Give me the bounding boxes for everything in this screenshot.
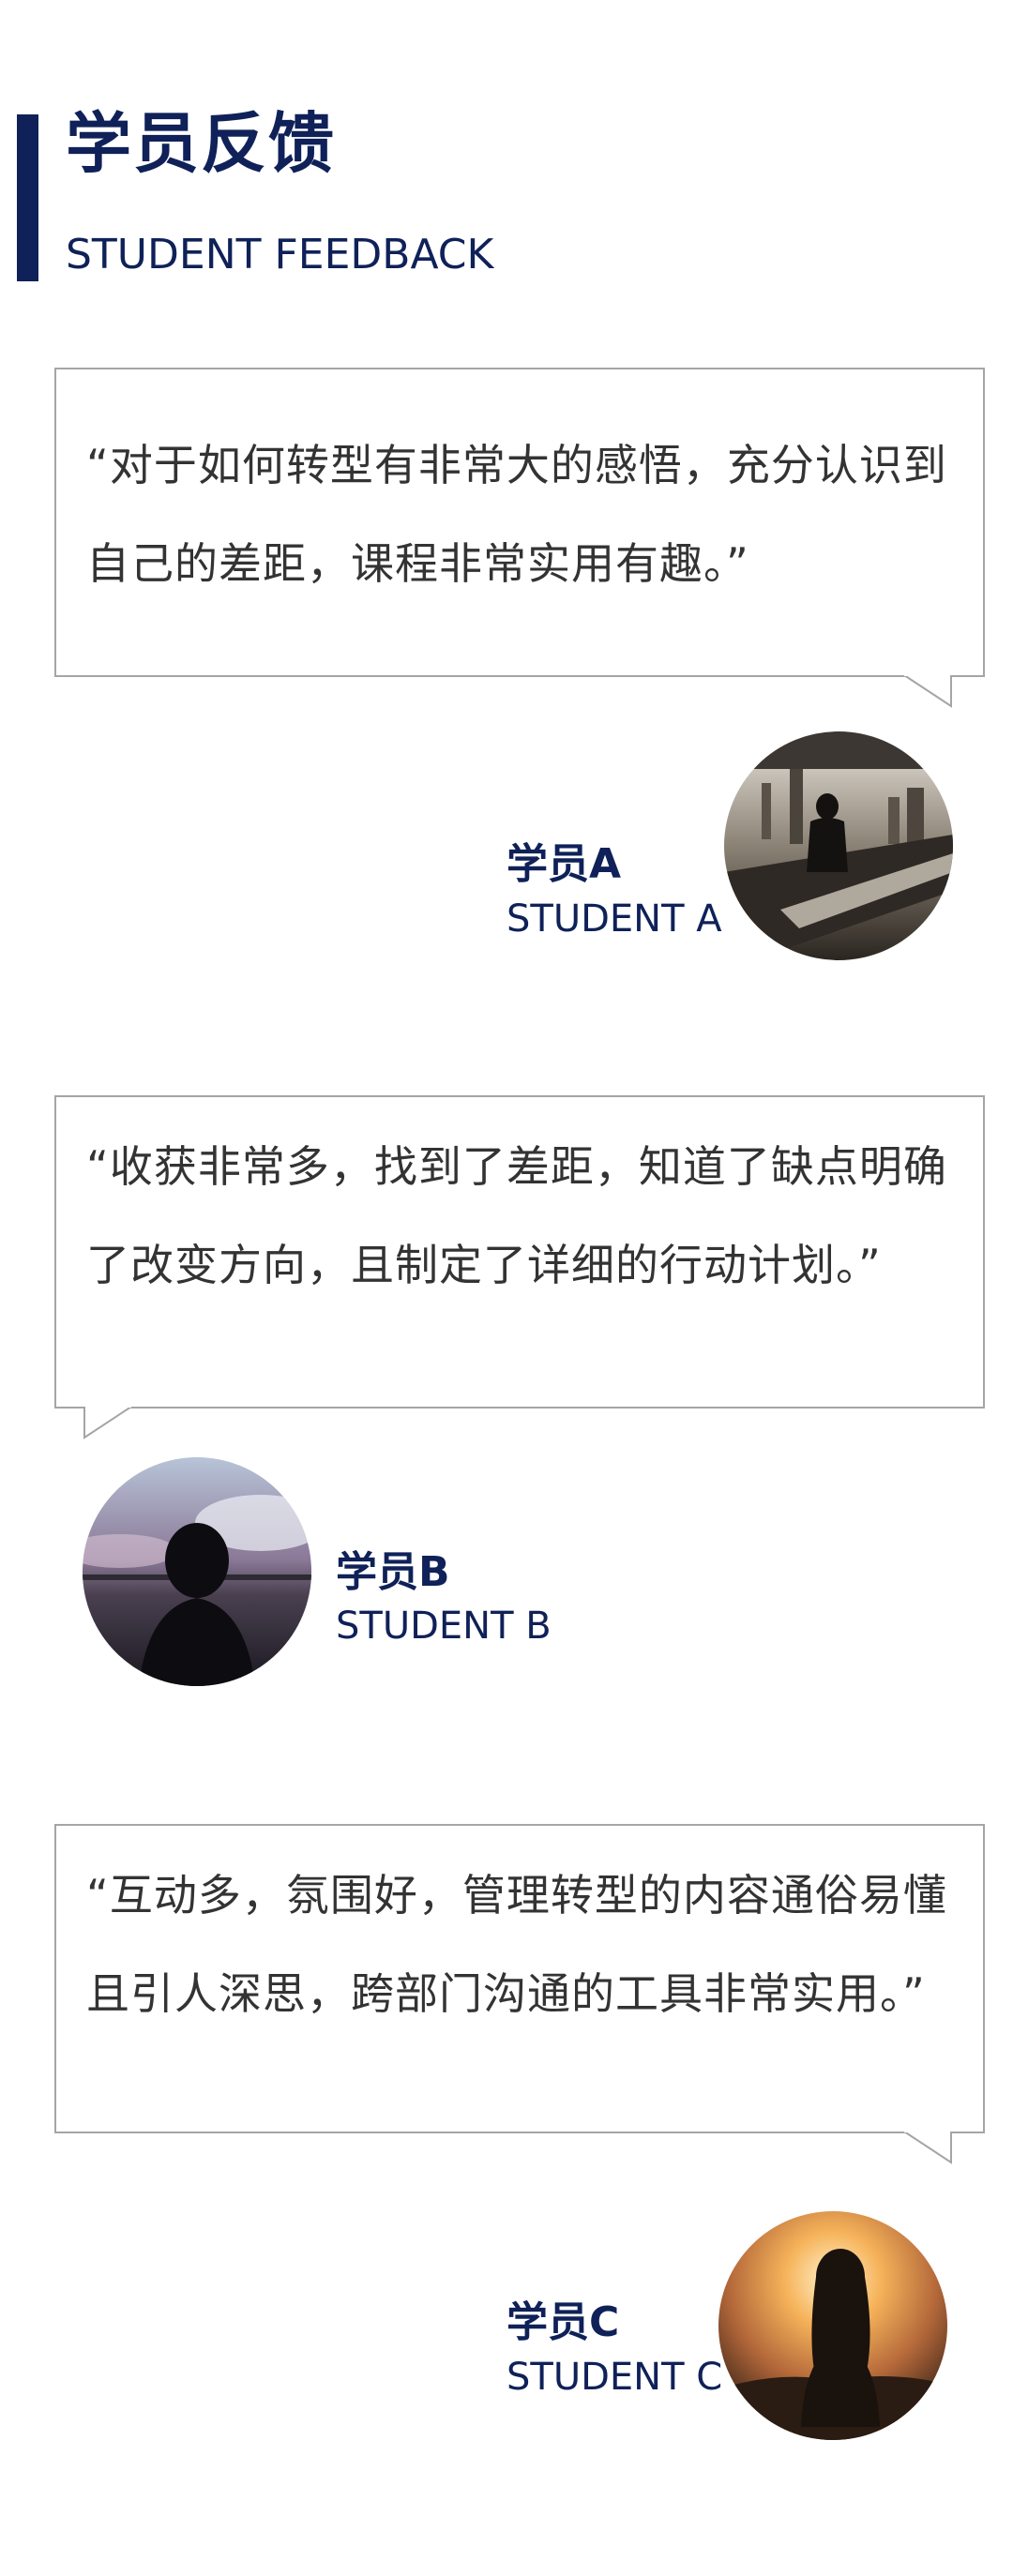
student-name: 学员A	[506, 840, 622, 888]
bubble-tail	[904, 674, 952, 708]
feedback-quote: “互动多，氛围好，管理转型的内容通俗易懂且引人深思，跨部门沟通的工具非常实用。”	[86, 1870, 947, 2019]
student-name: 学员C	[506, 2298, 620, 2346]
bubble-tail	[83, 1406, 131, 1439]
feedback-quote: “收获非常多，找到了差距，知道了缺点明确了改变方向，且制定了详细的行动计划。”	[86, 1141, 947, 1290]
avatar-student-b	[83, 1457, 311, 1686]
feedback-bubble-b: “收获非常多，找到了差距，知道了缺点明确了改变方向，且制定了详细的行动计划。”	[54, 1095, 985, 1409]
avatar-student-c	[718, 2211, 947, 2440]
page-title: 学员反馈	[66, 105, 336, 182]
avatar-student-a	[724, 731, 953, 960]
student-name-en: STUDENT B	[336, 1604, 552, 1648]
feedback-bubble-c: “互动多，氛围好，管理转型的内容通俗易懂且引人深思，跨部门沟通的工具非常实用。”	[54, 1824, 985, 2133]
feedback-quote: “对于如何转型有非常大的感悟，充分认识到自己的差距，课程非常实用有趣。”	[86, 440, 947, 589]
feedback-bubble-a: “对于如何转型有非常大的感悟，充分认识到自己的差距，课程非常实用有趣。”	[54, 368, 985, 677]
student-name-en: STUDENT C	[506, 2356, 723, 2399]
student-name-en: STUDENT A	[506, 897, 722, 941]
page-subtitle: STUDENT FEEDBACK	[66, 231, 494, 279]
student-name: 学员B	[336, 1548, 450, 1596]
bubble-tail	[904, 2131, 952, 2164]
header-accent-bar	[17, 114, 38, 281]
